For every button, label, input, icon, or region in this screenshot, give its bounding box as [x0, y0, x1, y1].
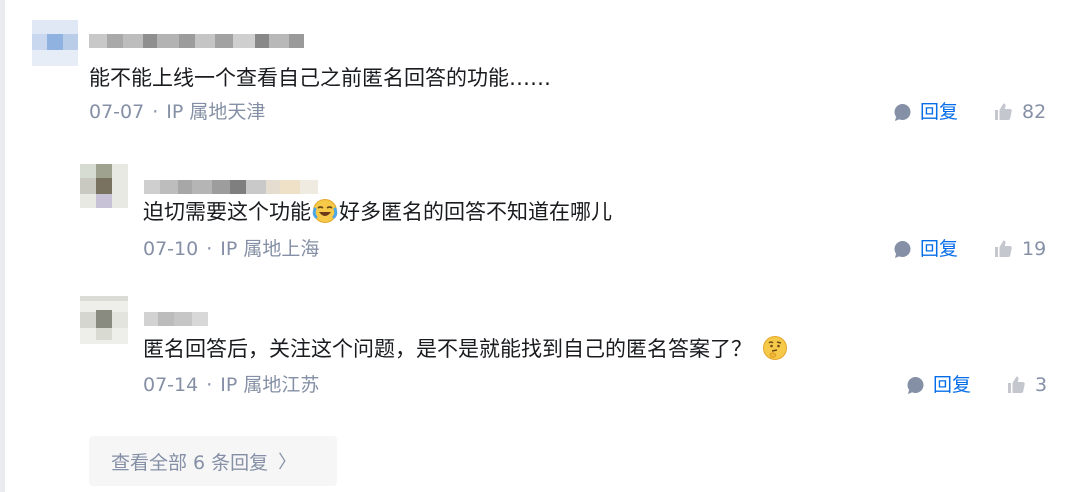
ip-location: IP 属地天津: [166, 101, 266, 123]
chevron-right-icon: 〉: [278, 452, 297, 473]
like-count: 19: [1022, 238, 1047, 260]
thumbs-up-icon: [993, 102, 1013, 122]
avatar[interactable]: [80, 296, 128, 344]
like-button[interactable]: 82: [993, 100, 1046, 124]
comment-text: 匿名回答后，关注这个问题，是不是就能找到自己的匿名答案了？: [143, 335, 789, 363]
comment-date: 07-07: [89, 101, 145, 123]
author-name-blurred[interactable]: [144, 312, 208, 326]
comment-bubble-icon: [893, 240, 912, 259]
author-name-blurred[interactable]: [89, 34, 304, 48]
meta-separator: ·: [206, 238, 213, 260]
laugh-cry-emoji-icon: [312, 198, 338, 224]
comment-meta: 07-10 · IP 属地上海: [143, 237, 319, 261]
comment-text-part-1: 迫切需要这个功能: [143, 200, 311, 224]
like-count: 3: [1035, 374, 1048, 396]
thread-indent-rule: [0, 0, 5, 492]
view-all-replies-button[interactable]: 查看全部 6 条回复 〉: [89, 436, 337, 486]
ip-location: IP 属地上海: [220, 238, 320, 260]
thumbs-up-icon: [1006, 375, 1026, 395]
reply-label: 回复: [933, 374, 972, 396]
comment-text: 能不能上线一个查看自己之前匿名回答的功能……: [89, 66, 551, 90]
reply-button[interactable]: 回复: [893, 100, 958, 124]
like-button[interactable]: 3: [1006, 373, 1047, 397]
comment-meta: 07-14 · IP 属地江苏: [143, 373, 319, 397]
ip-location: IP 属地江苏: [220, 374, 320, 396]
comment-date: 07-10: [143, 238, 199, 260]
thumbs-up-icon: [993, 239, 1013, 259]
like-count: 82: [1022, 101, 1047, 123]
reply-button[interactable]: 回复: [893, 237, 958, 261]
comment-date: 07-14: [143, 374, 199, 396]
comment-text: 迫切需要这个功能 好多匿名的回答不知道在哪儿: [143, 198, 612, 226]
comment-bubble-icon: [906, 376, 925, 395]
author-name-blurred[interactable]: [144, 180, 318, 194]
thinking-emoji-icon: [762, 335, 788, 361]
comment-text-part-1: 匿名回答后，关注这个问题，是不是就能找到自己的匿名答案了？: [143, 337, 752, 361]
reply-label: 回复: [920, 238, 959, 260]
view-all-label: 查看全部 6 条回复: [111, 451, 269, 474]
avatar[interactable]: [32, 20, 78, 66]
avatar[interactable]: [80, 164, 128, 208]
comment-meta: 07-07 · IP 属地天津: [89, 100, 265, 124]
meta-separator: ·: [206, 374, 213, 396]
like-button[interactable]: 19: [993, 237, 1046, 261]
reply-button[interactable]: 回复: [906, 373, 971, 397]
comment-text-part-2: 好多匿名的回答不知道在哪儿: [339, 200, 612, 224]
reply-label: 回复: [920, 101, 959, 123]
meta-separator: ·: [152, 101, 159, 123]
comment-bubble-icon: [893, 103, 912, 122]
